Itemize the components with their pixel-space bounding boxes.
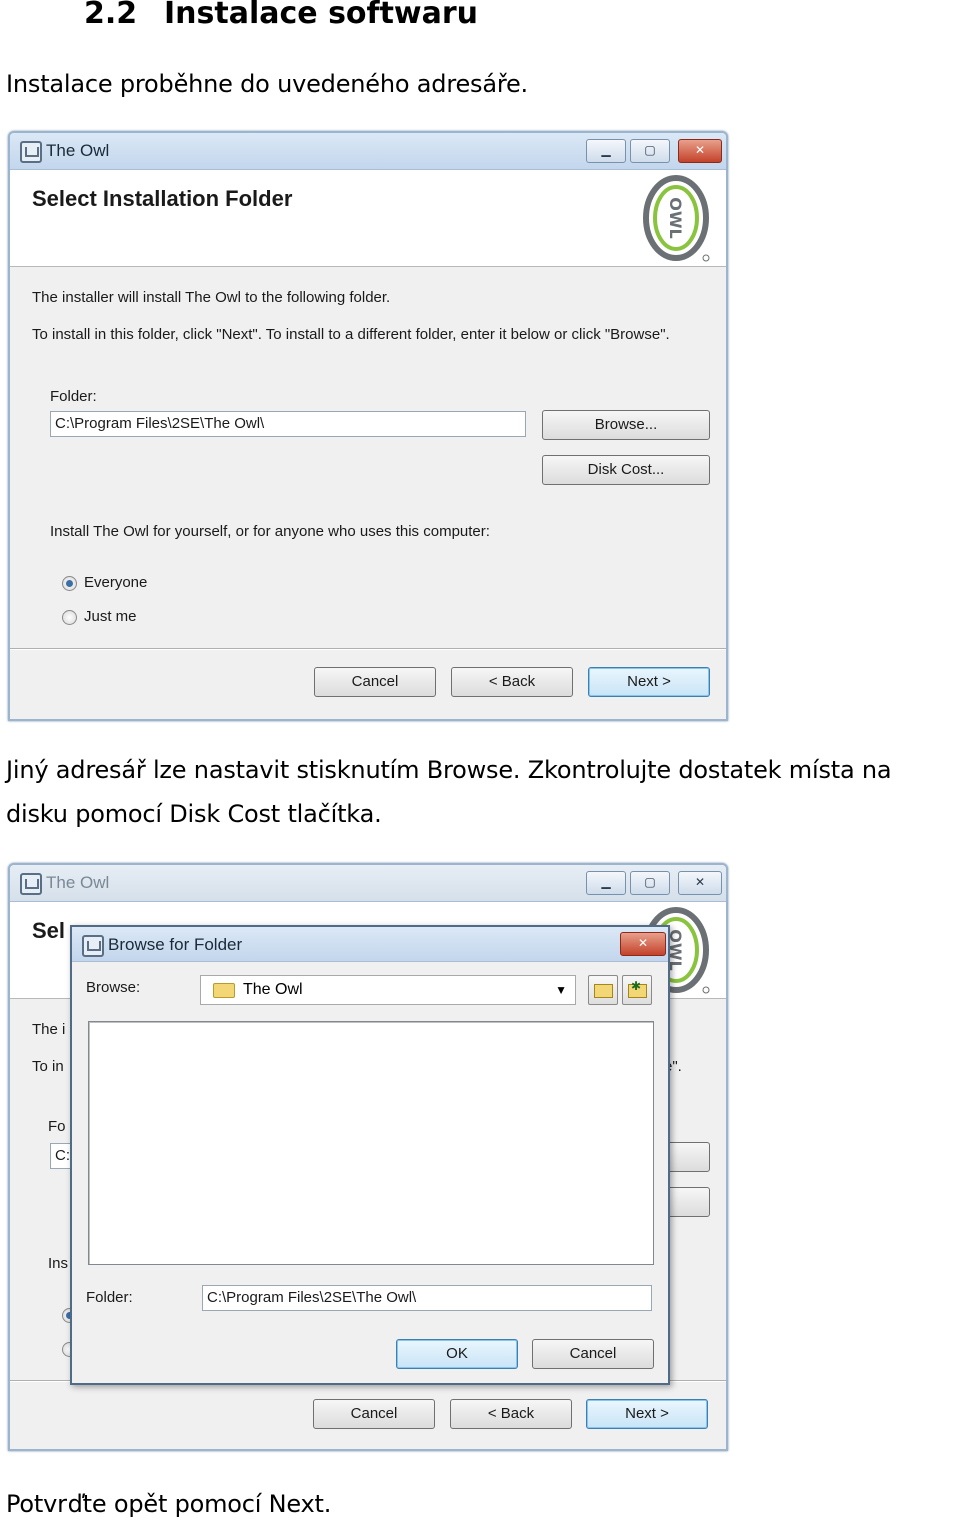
browse-location-value: The Owl <box>243 981 303 998</box>
intro-line-2-partial: To in <box>32 1058 64 1075</box>
everyone-radio[interactable] <box>62 576 77 591</box>
installer-window-title: The Owl <box>46 873 110 892</box>
footer-separator <box>10 648 726 650</box>
intro-line-2: To install in this folder, click "Next".… <box>32 326 670 343</box>
disk-cost-button[interactable]: Disk Cost... <box>542 455 710 485</box>
folder-tree-view[interactable] <box>88 1021 654 1265</box>
dialog-cancel-button[interactable]: Cancel <box>532 1339 654 1369</box>
folder-input[interactable]: C:\Program Files\2SE\The Owl\ <box>50 411 526 437</box>
chevron-down-icon: ▼ <box>555 983 567 997</box>
installer-app-icon <box>20 873 42 895</box>
next-button[interactable]: Next > <box>588 667 710 697</box>
folder-label-partial: Fo <box>48 1118 66 1135</box>
browse-button[interactable]: Browse... <box>542 410 710 440</box>
everyone-radio-label: Everyone <box>84 574 148 591</box>
install-scope-label-partial: Ins <box>48 1255 69 1272</box>
section-title: Instalace softwaru <box>164 0 479 31</box>
installer-app-icon <box>20 141 42 163</box>
document-page: 2.2 Instalace softwaru Instalace proběhne… <box>0 0 960 1521</box>
banner-title-partial: Sel <box>32 918 66 943</box>
up-one-level-button[interactable] <box>588 975 618 1005</box>
installer-window-title: The Owl <box>46 141 110 160</box>
dialog-title: Browse for Folder <box>108 935 243 954</box>
paragraph-intro: Instalace proběhne do uvedeného adresáře… <box>6 70 528 98</box>
section-number: 2.2 <box>84 0 138 31</box>
paragraph-confirm: Potvrďte opět pomocí Next. <box>6 1490 332 1518</box>
installer-titlebar-inactive: The Owl ▁ ▢ ✕ <box>10 865 726 902</box>
banner-title: Select Installation Folder <box>32 186 293 211</box>
intro-line-1: The installer will install The Owl to th… <box>32 289 391 306</box>
new-folder-button[interactable]: ✱ <box>622 975 652 1005</box>
close-button[interactable]: ✕ <box>678 139 722 163</box>
folder-label: Folder: <box>50 388 97 405</box>
intro-line-1-partial: The i <box>32 1021 66 1038</box>
browse-location-select[interactable]: The Owl ▼ <box>200 975 576 1005</box>
dialog-folder-label: Folder: <box>86 1289 133 1306</box>
dialog-titlebar: Browse for Folder ✕ <box>72 927 668 962</box>
installer-browse-screenshot: The Owl ▁ ▢ ✕ Sel OWL The i To in e". Fo… <box>8 863 728 1451</box>
browse-for-folder-dialog: Browse for Folder ✕ Browse: The Owl ▼ ✱ … <box>70 925 670 1385</box>
installer-app-icon <box>82 935 104 957</box>
section-heading: 2.2 Instalace softwaru <box>84 0 478 31</box>
minimize-button[interactable]: ▁ <box>586 871 626 895</box>
maximize-button[interactable]: ▢ <box>630 139 670 163</box>
close-button[interactable]: ✕ <box>678 871 722 895</box>
installer-window-screenshot: The Owl ▁ ▢ ✕ Select Installation Folder… <box>8 131 728 721</box>
just-me-radio-label: Just me <box>84 608 137 625</box>
owl-logo: OWL <box>643 175 710 262</box>
cancel-button[interactable]: Cancel <box>313 1399 435 1429</box>
next-button[interactable]: Next > <box>586 1399 708 1429</box>
just-me-radio[interactable] <box>62 610 77 625</box>
paragraph-browse-line-1: Jiný adresář lze nastavit stisknutím Bro… <box>6 756 892 784</box>
logo-text: OWL <box>666 197 685 238</box>
minimize-button[interactable]: ▁ <box>586 139 626 163</box>
paragraph-browse-line-2: disku pomocí Disk Cost tlačítka. <box>6 800 382 828</box>
maximize-button[interactable]: ▢ <box>630 871 670 895</box>
dialog-folder-input[interactable]: C:\Program Files\2SE\The Owl\ <box>202 1285 652 1311</box>
back-button[interactable]: < Back <box>451 667 573 697</box>
install-scope-label: Install The Owl for yourself, or for any… <box>50 523 490 540</box>
ok-button[interactable]: OK <box>396 1339 518 1369</box>
browse-label: Browse: <box>86 979 141 996</box>
cancel-button[interactable]: Cancel <box>314 667 436 697</box>
up-one-level-icon <box>594 984 613 998</box>
folder-icon <box>213 983 235 998</box>
back-button[interactable]: < Back <box>450 1399 572 1429</box>
installer-titlebar: The Owl ▁ ▢ ✕ <box>10 133 726 170</box>
installer-banner: Select Installation Folder OWL <box>10 170 726 267</box>
dialog-close-button[interactable]: ✕ <box>620 932 666 956</box>
